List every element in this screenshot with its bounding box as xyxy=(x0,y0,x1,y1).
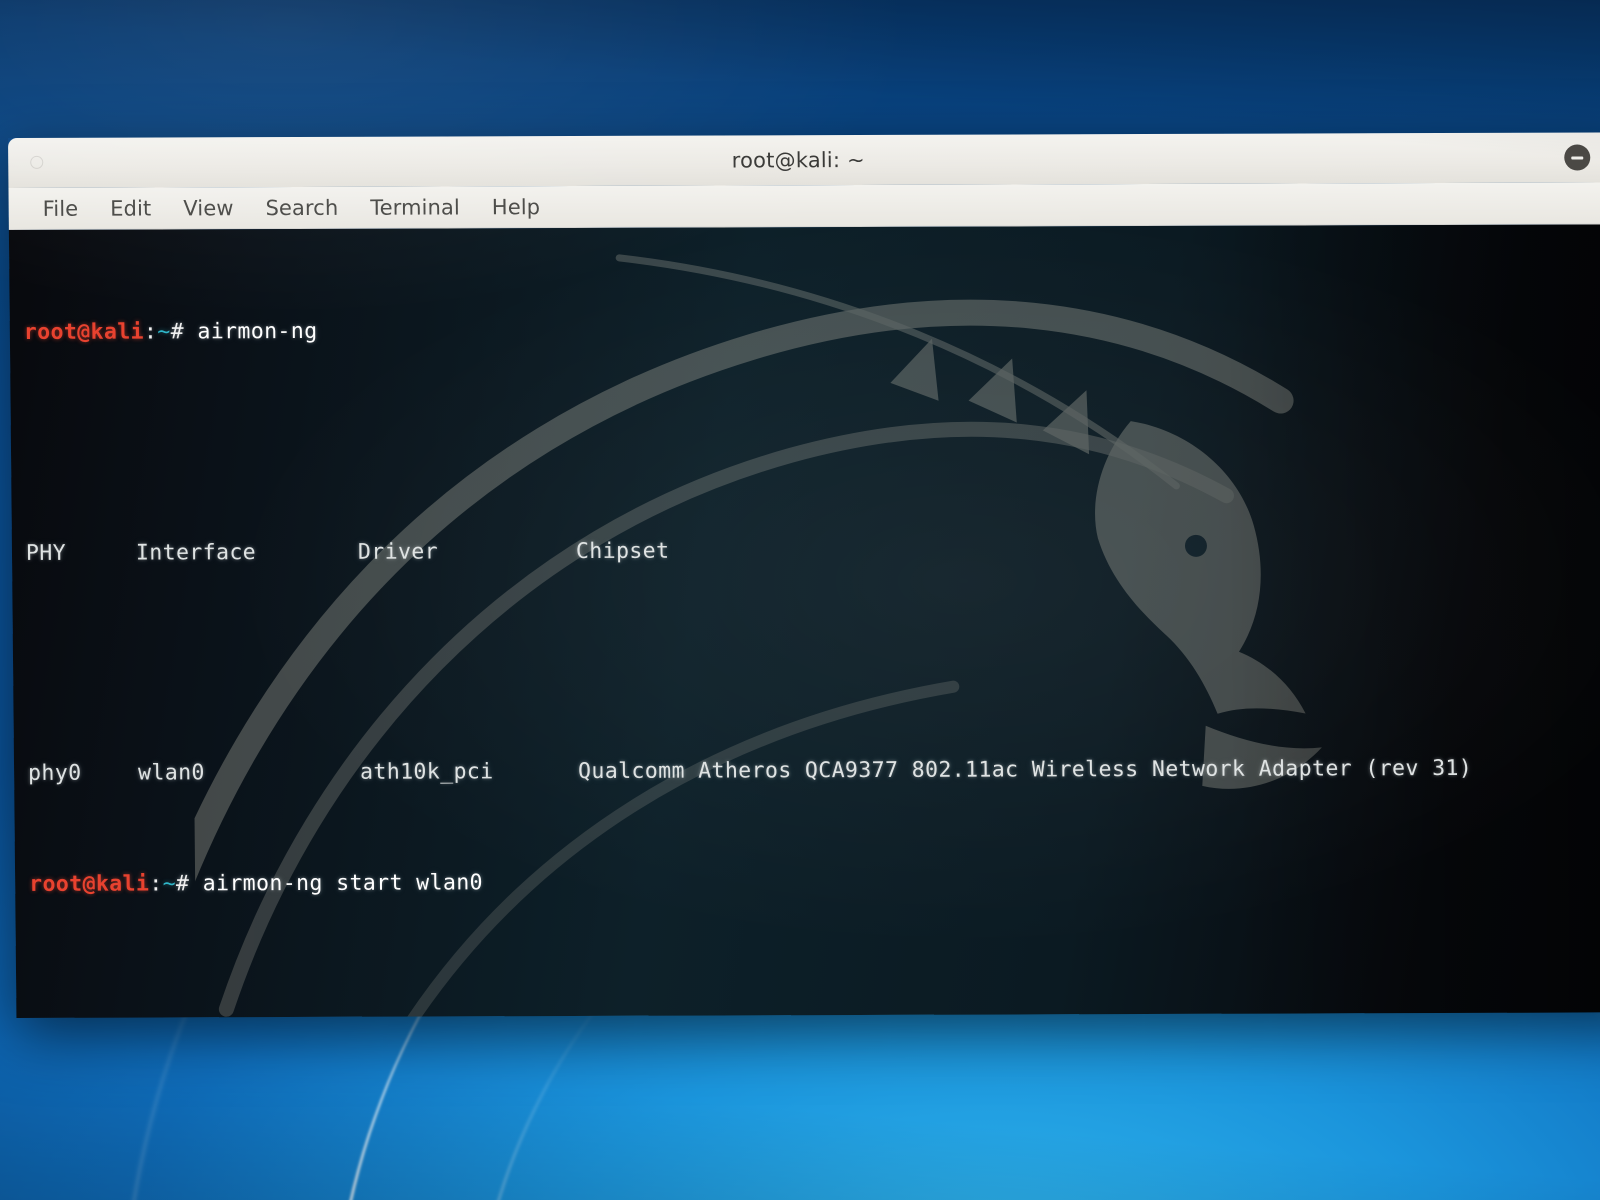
terminal-line-prompt-2: root@kali:~# airmon-ng start wlan0 xyxy=(29,865,1600,898)
window-controls xyxy=(1564,132,1600,182)
menu-bar: File Edit View Search Terminal Help xyxy=(8,182,1600,230)
minimize-glyph xyxy=(1571,156,1584,160)
col-chipset-value-1: Qualcomm Atheros QCA9377 802.11ac Wirele… xyxy=(577,756,1473,785)
prompt-colon: : xyxy=(143,319,158,345)
menu-item-terminal[interactable]: Terminal xyxy=(354,192,476,222)
terminal-body[interactable]: root@kali:~# airmon-ng PHY Interface Drive… xyxy=(8,224,1600,1018)
prompt-path: ~ xyxy=(162,871,177,897)
col-interface-header-1: Interface xyxy=(135,539,257,566)
col-chipset-header-1: Chipset xyxy=(575,538,670,564)
col-driver-value-1: ath10k_pci xyxy=(359,759,494,786)
window-menu-icon[interactable] xyxy=(30,155,44,169)
col-phy-header-1: PHY xyxy=(25,540,67,566)
col-interface-value-1: wlan0 xyxy=(137,760,205,786)
prompt-user-host: root@kali xyxy=(29,871,150,897)
col-phy-value-1: phy0 xyxy=(27,761,82,787)
menu-item-file[interactable]: File xyxy=(27,193,95,223)
terminal-table-row-1: phy0 wlan0 ath10k_pci Qualcomm Atheros QCA9… xyxy=(28,755,1600,788)
window-title: root@kali: ~ xyxy=(731,148,865,173)
prompt-hash: # xyxy=(175,871,190,897)
col-driver-header-1: Driver xyxy=(357,539,439,565)
prompt-hash: # xyxy=(170,319,185,345)
screenshot-stage: root@kali: ~ File Edit View Search Termi… xyxy=(0,0,1600,1200)
minimize-icon[interactable] xyxy=(1564,144,1591,171)
menu-item-search[interactable]: Search xyxy=(249,192,354,222)
prompt-user-host: root@kali xyxy=(23,319,145,345)
terminal-command-1: airmon-ng xyxy=(197,318,318,345)
menu-item-help[interactable]: Help xyxy=(476,192,557,222)
terminal-text: root@kali:~# airmon-ng PHY Interface Drive… xyxy=(9,224,1600,1018)
window-titlebar[interactable]: root@kali: ~ xyxy=(8,132,1600,188)
terminal-command-2: airmon-ng start wlan0 xyxy=(202,869,484,896)
prompt-colon: : xyxy=(149,871,163,897)
terminal-line-prompt-1: root@kali:~# airmon-ng xyxy=(24,313,1600,346)
terminal-table-header-1: PHY Interface Driver Chipset xyxy=(26,534,1600,567)
menu-item-edit[interactable]: Edit xyxy=(94,193,167,223)
terminal-window: root@kali: ~ File Edit View Search Termi… xyxy=(8,132,1600,1018)
prompt-path: ~ xyxy=(157,319,171,345)
menu-item-view[interactable]: View xyxy=(167,193,250,223)
